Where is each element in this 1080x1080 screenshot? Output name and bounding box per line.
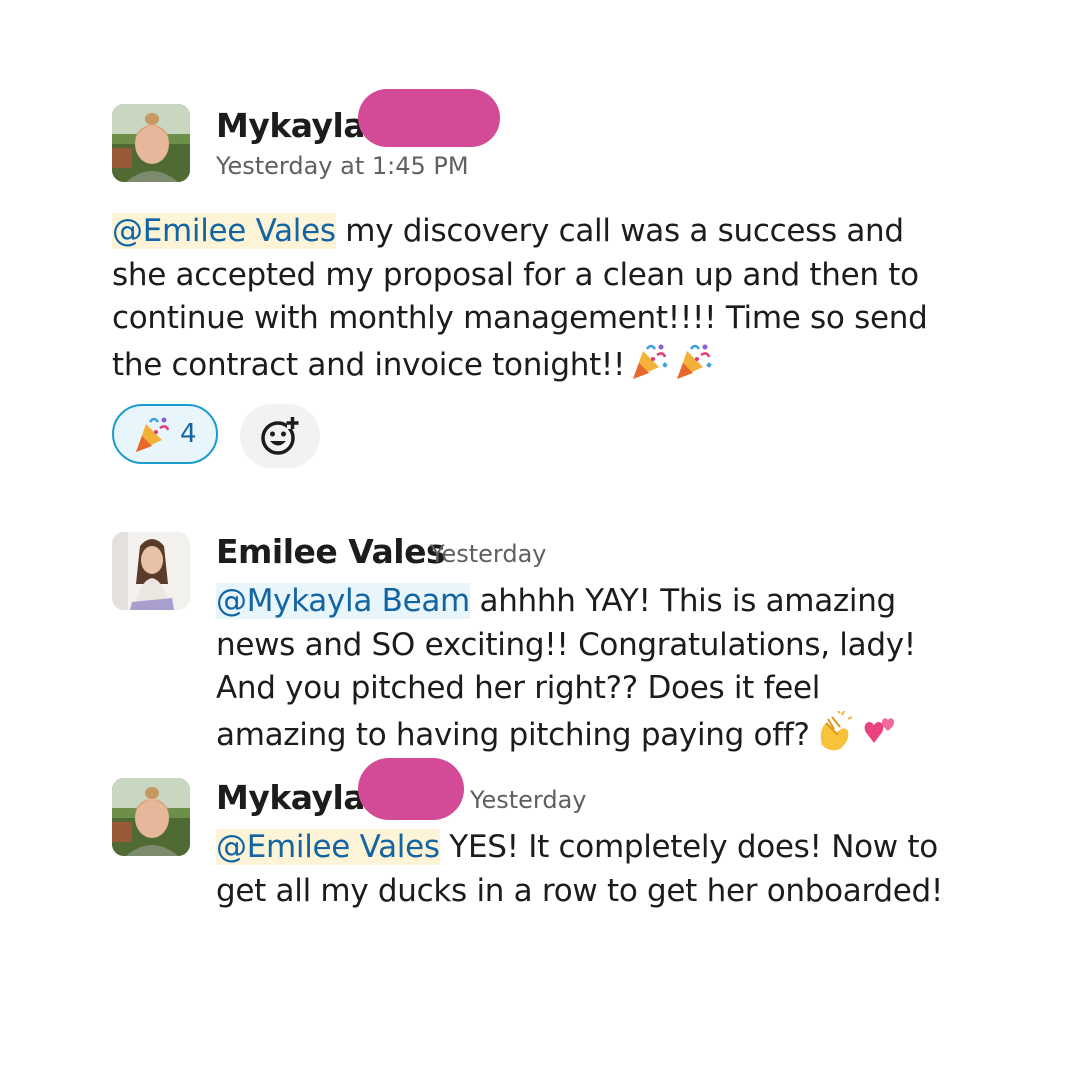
message-line: And you pitched her right?? Does it feel bbox=[216, 670, 821, 706]
name-redaction bbox=[358, 89, 500, 147]
reaction-party-popper[interactable]: 4 bbox=[112, 404, 218, 464]
message-text: the contract and invoice tonight!! bbox=[112, 346, 626, 383]
message-author[interactable]: Mykayla bbox=[216, 778, 366, 817]
user-mention[interactable]: @Mykayla Beam bbox=[216, 583, 470, 619]
message-line: she accepted my proposal for a clean up … bbox=[112, 256, 919, 293]
party-popper-icon bbox=[673, 341, 713, 381]
message-author[interactable]: Mykayla bbox=[216, 106, 366, 145]
reaction-count: 4 bbox=[180, 419, 197, 449]
name-redaction bbox=[358, 758, 464, 820]
avatar-photo-mykayla bbox=[112, 778, 190, 856]
party-popper-icon bbox=[629, 341, 669, 381]
add-reaction-icon bbox=[261, 417, 299, 455]
clapping-hands-icon bbox=[814, 710, 854, 751]
message-body: @Emilee Vales YES! It completely does! N… bbox=[216, 826, 1056, 913]
user-mention[interactable]: @Emilee Vales bbox=[112, 213, 336, 249]
message-line: amazing to having pitching paying off? bbox=[216, 710, 1056, 758]
message-body: @Emilee Vales my discovery call was a su… bbox=[112, 210, 1012, 387]
message-text: amazing to having pitching paying off? bbox=[216, 716, 810, 753]
message-author[interactable]: Emilee Vales bbox=[216, 532, 446, 571]
message-line: continue with monthly management!!!! Tim… bbox=[112, 300, 928, 336]
message-timestamp[interactable]: Yesterday bbox=[430, 540, 547, 568]
message-timestamp[interactable]: Yesterday at 1:45 PM bbox=[216, 152, 469, 180]
message-timestamp[interactable]: Yesterday bbox=[470, 786, 587, 814]
avatar-mykayla[interactable] bbox=[112, 778, 190, 856]
avatar-photo-mykayla bbox=[112, 104, 190, 182]
add-reaction-button[interactable] bbox=[240, 404, 320, 468]
party-popper-icon bbox=[132, 414, 172, 454]
message-line: @Emilee Vales my discovery call was a su… bbox=[112, 210, 1012, 254]
message-line: get all my ducks in a row to get her onb… bbox=[216, 872, 944, 909]
message-line: @Mykayla Beam ahhhh YAY! This is amazing bbox=[216, 580, 1056, 624]
message-text: ahhhh YAY! This is amazing bbox=[469, 583, 897, 619]
message-line: the contract and invoice tonight!! bbox=[112, 341, 1012, 388]
message-line: @Emilee Vales YES! It completely does! N… bbox=[216, 826, 1056, 870]
avatar-emilee-vales[interactable] bbox=[112, 532, 190, 610]
two-hearts-icon bbox=[858, 711, 898, 751]
message-line: news and SO exciting!! Congratulations, … bbox=[216, 626, 916, 663]
avatar-photo-emilee bbox=[112, 532, 190, 610]
message-text: my discovery call was a success and bbox=[335, 213, 904, 249]
message-text: YES! It completely does! Now to bbox=[439, 829, 938, 865]
user-mention[interactable]: @Emilee Vales bbox=[216, 829, 440, 865]
message-body: @Mykayla Beam ahhhh YAY! This is amazing… bbox=[216, 580, 1056, 757]
avatar-mykayla[interactable] bbox=[112, 104, 190, 182]
